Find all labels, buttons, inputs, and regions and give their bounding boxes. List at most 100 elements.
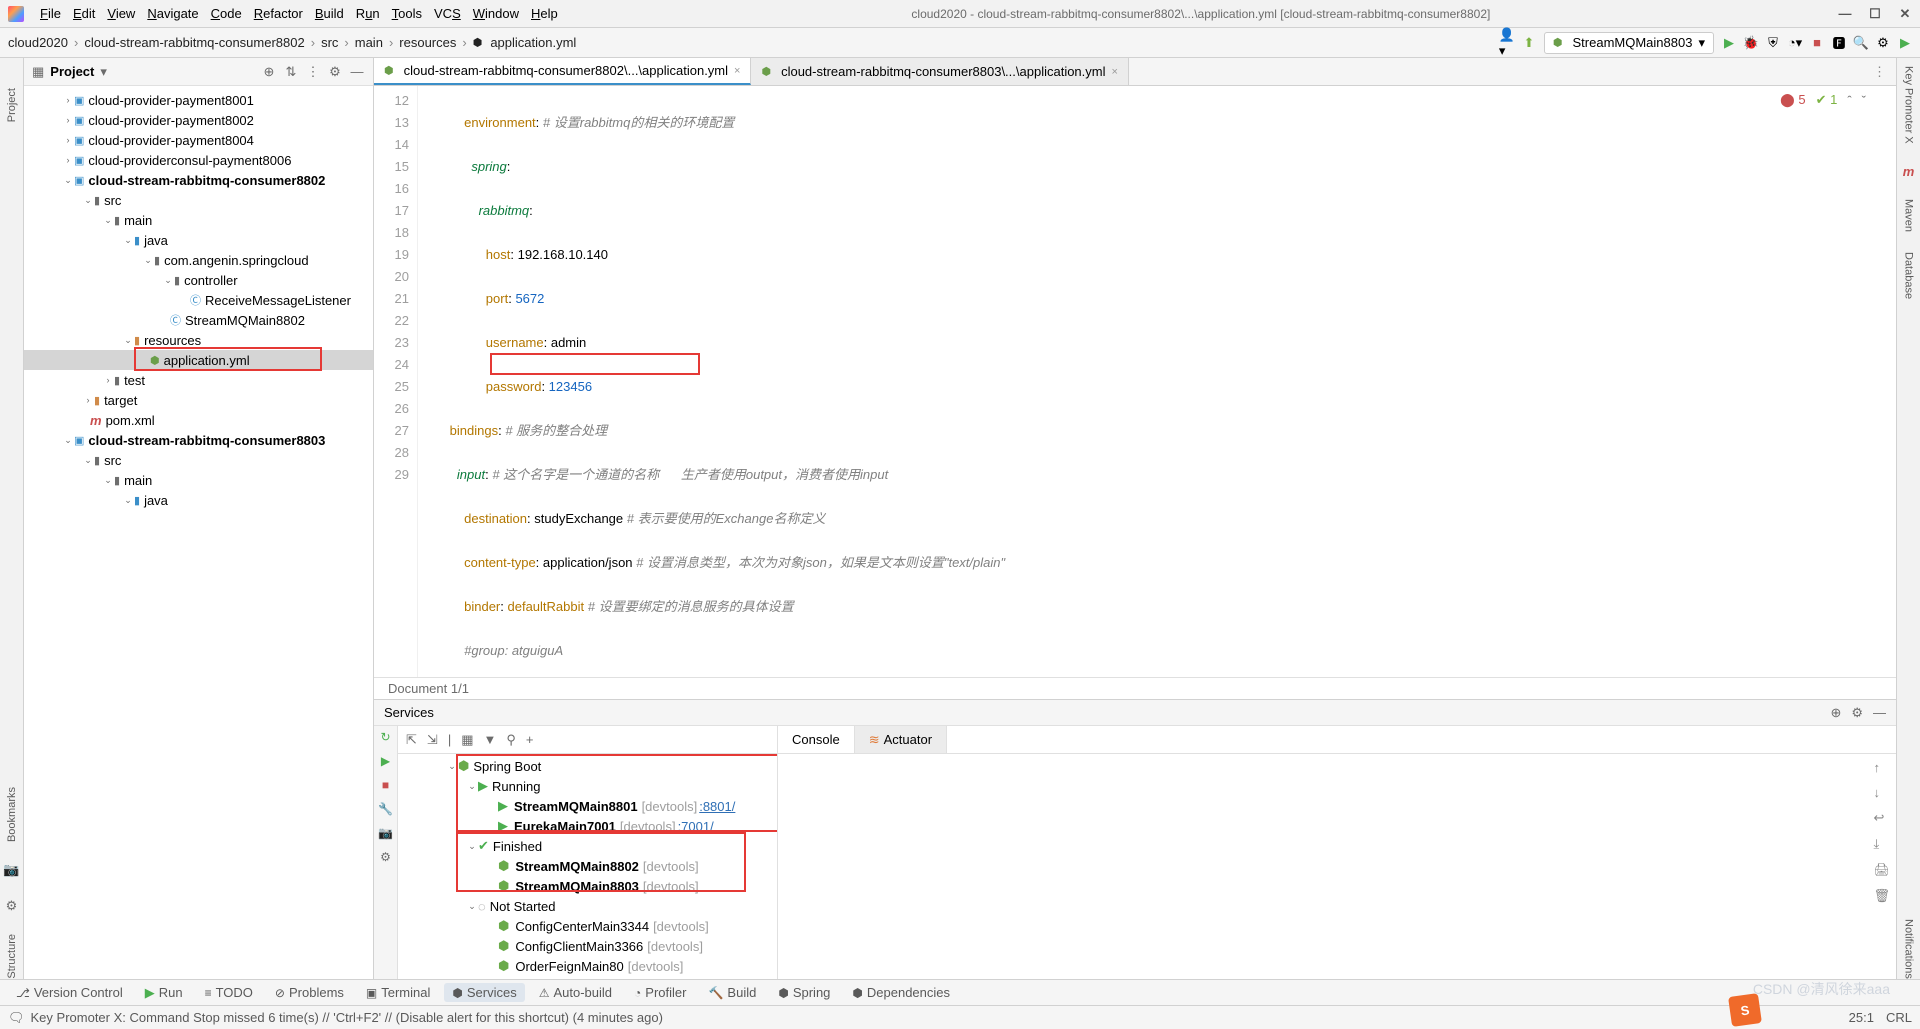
gutter-maven[interactable]: Maven	[1903, 199, 1915, 232]
project-tree[interactable]: ›▣cloud-provider-payment8001 ›▣cloud-pro…	[24, 86, 373, 979]
status-balloon-icon[interactable]: 🗨	[8, 1010, 25, 1026]
run-config-selector[interactable]: ⬢StreamMQMain8803▾	[1544, 32, 1714, 54]
scroll-down-icon[interactable]: ↓	[1873, 785, 1890, 800]
tw-services[interactable]: ⬢ Services	[444, 983, 524, 1002]
tab-overflow-icon[interactable]: ⋮	[1863, 58, 1896, 85]
menu-build[interactable]: Build	[309, 3, 350, 24]
close-icon[interactable]: ✕	[1898, 6, 1912, 22]
tree-node[interactable]: src	[104, 193, 121, 208]
trash-icon[interactable]: 🗑	[1873, 888, 1890, 904]
tree-node[interactable]: controller	[184, 273, 237, 288]
search-icon[interactable]: 🔍	[1854, 36, 1868, 50]
crumb-item[interactable]: src	[321, 35, 338, 50]
menu-code[interactable]: Code	[205, 3, 248, 24]
locate-icon[interactable]: ⊕	[261, 64, 277, 80]
pin-icon[interactable]: ⚲	[506, 732, 516, 748]
tree-node[interactable]: ReceiveMessageListener	[205, 293, 351, 308]
settings-icon[interactable]: ⚙	[1876, 36, 1890, 50]
svc-item[interactable]: ConfigCenterMain3344	[515, 919, 649, 934]
print-icon[interactable]: 🖨	[1873, 862, 1890, 878]
svc-state[interactable]: Finished	[493, 839, 542, 854]
tree-node[interactable]: cloud-providerconsul-payment8006	[88, 153, 291, 168]
svc-item[interactable]: StreamMQMain8802	[515, 859, 639, 874]
tw-build[interactable]: 🔨 Build	[700, 983, 764, 1002]
softwrap-icon[interactable]: ↩	[1873, 810, 1890, 826]
tw-run[interactable]: ▶Run	[137, 983, 191, 1003]
svc-group[interactable]: Spring Boot	[473, 759, 541, 774]
encoding[interactable]: CRL	[1886, 1010, 1912, 1025]
tw-todo[interactable]: ≡ TODO	[197, 983, 261, 1002]
svc-item[interactable]: StreamMQMain8803	[515, 879, 639, 894]
grid-icon[interactable]: ▦	[461, 732, 473, 748]
gear-icon[interactable]: ⚙	[1851, 705, 1863, 721]
tree-node-selected[interactable]: application.yml	[164, 353, 250, 368]
gutter-project[interactable]: Project	[6, 88, 18, 122]
tree-node[interactable]: java	[144, 493, 168, 508]
console-tab[interactable]: Console	[778, 726, 855, 753]
tw-terminal[interactable]: ▣ Terminal	[358, 983, 438, 1002]
tw-deps[interactable]: ⬢ Dependencies	[844, 983, 958, 1002]
tw-autobuild[interactable]: ⚠ Auto-build	[531, 983, 620, 1002]
stop-icon[interactable]: ■	[382, 778, 389, 792]
close-tab-icon[interactable]: ×	[1112, 66, 1118, 78]
stop-icon[interactable]: ■	[1810, 36, 1824, 50]
run-icon[interactable]: ▶	[381, 754, 390, 768]
build-hammer-icon[interactable]: ⬆	[1522, 36, 1536, 50]
user-icon[interactable]: 👤▾	[1500, 36, 1514, 50]
tw-spring[interactable]: ⬢ Spring	[770, 983, 838, 1002]
actuator-tab[interactable]: ≋Actuator	[855, 726, 947, 753]
crumb-item[interactable]: application.yml	[490, 35, 576, 50]
add-icon[interactable]: ⊕	[1830, 705, 1841, 721]
tree-node[interactable]: resources	[144, 333, 201, 348]
close-tab-icon[interactable]: ×	[734, 65, 740, 77]
run-icon[interactable]: ▶	[1722, 36, 1736, 50]
code-editor[interactable]: 121314 151617 181920 212223 242526 27282…	[374, 86, 1896, 677]
caret-position[interactable]: 25:1	[1849, 1010, 1874, 1025]
tree-node[interactable]: main	[124, 473, 152, 488]
code-content[interactable]: environment: # 设置rabbitmq的相关的环境配置 spring…	[418, 86, 1896, 677]
svc-state[interactable]: Not Started	[490, 899, 556, 914]
camera-icon[interactable]: 📷	[378, 826, 393, 840]
tree-node[interactable]: cloud-provider-payment8001	[88, 93, 253, 108]
expand-icon[interactable]: ⇅	[283, 64, 299, 80]
menu-edit[interactable]: Edit	[67, 3, 101, 24]
tree-node[interactable]: cloud-provider-payment8004	[88, 133, 253, 148]
svc-item[interactable]: OrderFeignMain80	[515, 959, 623, 974]
menu-vcs[interactable]: VCS	[428, 3, 467, 24]
add-icon[interactable]: +	[526, 732, 534, 747]
gutter-structure[interactable]: Structure	[6, 934, 18, 979]
menu-help[interactable]: Help	[525, 3, 564, 24]
hide-icon[interactable]: —	[1873, 705, 1886, 720]
menu-navigate[interactable]: Navigate	[141, 3, 204, 24]
editor-tab[interactable]: ⬢cloud-stream-rabbitmq-consumer8803\...\…	[751, 58, 1128, 85]
minimize-icon[interactable]: —	[1838, 6, 1852, 22]
expand-icon[interactable]: ⇱	[406, 732, 417, 748]
tree-node[interactable]: java	[144, 233, 168, 248]
svc-item[interactable]: EurekaMain7001	[514, 819, 616, 834]
crumb-item[interactable]: resources	[399, 35, 456, 50]
svc-port-link[interactable]: :8801/	[699, 799, 735, 814]
collapse-icon[interactable]: ⋮	[305, 64, 321, 80]
tree-node[interactable]: cloud-stream-rabbitmq-consumer8802	[88, 173, 325, 188]
maven-m-icon[interactable]: m	[1903, 164, 1915, 179]
rerun-icon[interactable]: ↻	[380, 730, 390, 744]
tree-node[interactable]: com.angenin.springcloud	[164, 253, 309, 268]
editor-tab-active[interactable]: ⬢cloud-stream-rabbitmq-consumer8802\...\…	[374, 58, 751, 85]
collapse-icon[interactable]: ⇲	[427, 732, 438, 748]
coverage-icon[interactable]: ⛨	[1766, 36, 1780, 50]
gutter-keypromoter[interactable]: Key Promoter X	[1903, 66, 1915, 144]
crumb-item[interactable]: cloud2020	[8, 35, 68, 50]
translate-icon[interactable]: 🅵	[1832, 36, 1846, 50]
tree-node[interactable]: cloud-stream-rabbitmq-consumer8803	[88, 433, 325, 448]
menu-refactor[interactable]: Refactor	[248, 3, 309, 24]
wrench-icon[interactable]: 🔧	[378, 802, 393, 816]
menu-view[interactable]: View	[101, 3, 141, 24]
gutter-bookmarks[interactable]: Bookmarks	[6, 787, 18, 842]
profile-icon[interactable]: ◔▾	[1788, 36, 1802, 50]
filter-icon[interactable]: ▼	[484, 732, 497, 747]
breadcrumb[interactable]: cloud2020› cloud-stream-rabbitmq-consume…	[8, 35, 576, 50]
tree-node[interactable]: target	[104, 393, 137, 408]
gutter-notifications[interactable]: Notifications	[1903, 919, 1915, 979]
tree-node[interactable]: pom.xml	[106, 413, 155, 428]
gutter-database[interactable]: Database	[1903, 252, 1915, 299]
